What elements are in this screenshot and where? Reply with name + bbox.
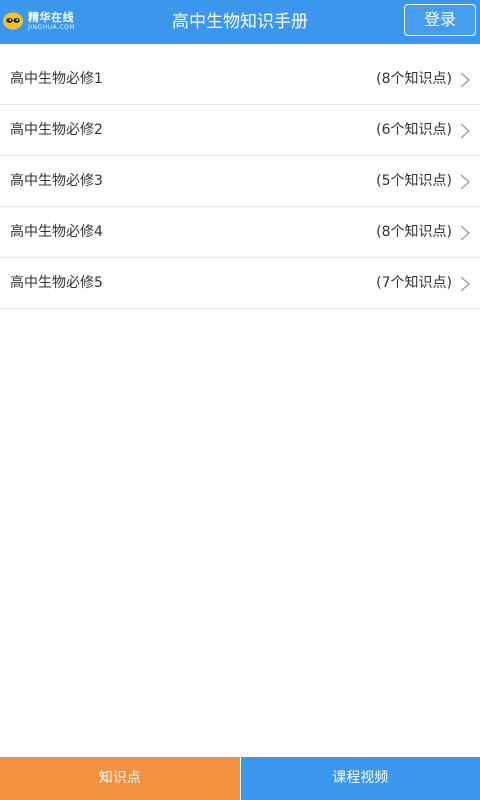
- list-item-module-1[interactable]: 高中生物必修1 (8个知识点): [0, 54, 480, 105]
- list-item-label: 高中生物必修5: [10, 275, 103, 291]
- list-item-module-4[interactable]: 高中生物必修4 (8个知识点): [0, 207, 480, 258]
- top-bar: 精华在线 JINGHUA.COM 高中生物知识手册 登录: [0, 0, 480, 44]
- list-item-label: 高中生物必修2: [10, 122, 103, 138]
- list-item-count: (8个知识点): [376, 224, 452, 240]
- tab-course-videos[interactable]: 课程视频: [240, 757, 480, 800]
- list-item-label: 高中生物必修3: [10, 173, 103, 189]
- module-list: 高中生物必修1 (8个知识点) 高中生物必修2 (6个知识点) 高中生物必修3 …: [0, 54, 480, 309]
- list-item-module-2[interactable]: 高中生物必修2 (6个知识点): [0, 105, 480, 156]
- brand-name: 精华在线: [28, 10, 74, 24]
- tab-knowledge-points[interactable]: 知识点: [0, 757, 240, 800]
- brand-domain: JINGHUA.COM: [28, 23, 76, 31]
- app-screen: 精华在线 JINGHUA.COM 高中生物知识手册 登录 高中生物必修1 (8个…: [0, 0, 480, 800]
- list-item-label: 高中生物必修4: [10, 224, 103, 240]
- list-item-count: (6个知识点): [376, 122, 452, 138]
- list-item-module-5[interactable]: 高中生物必修5 (7个知识点): [0, 258, 480, 309]
- chevron-right-icon: [460, 276, 470, 292]
- jinghua-logo-icon: [3, 12, 23, 30]
- brand-logo[interactable]: 精华在线 JINGHUA.COM: [2, 6, 75, 36]
- list-item-label: 高中生物必修1: [10, 71, 103, 87]
- list-item-count: (7个知识点): [376, 275, 452, 291]
- list-item-count: (5个知识点): [376, 173, 452, 189]
- list-item-count: (8个知识点): [376, 71, 452, 87]
- list-item-module-3[interactable]: 高中生物必修3 (5个知识点): [0, 156, 480, 207]
- bottom-tab-bar: 知识点 课程视频: [0, 757, 480, 800]
- chevron-right-icon: [460, 225, 470, 241]
- login-button[interactable]: 登录: [404, 4, 476, 36]
- chevron-right-icon: [460, 123, 470, 139]
- chevron-right-icon: [460, 174, 470, 190]
- chevron-right-icon: [460, 72, 470, 88]
